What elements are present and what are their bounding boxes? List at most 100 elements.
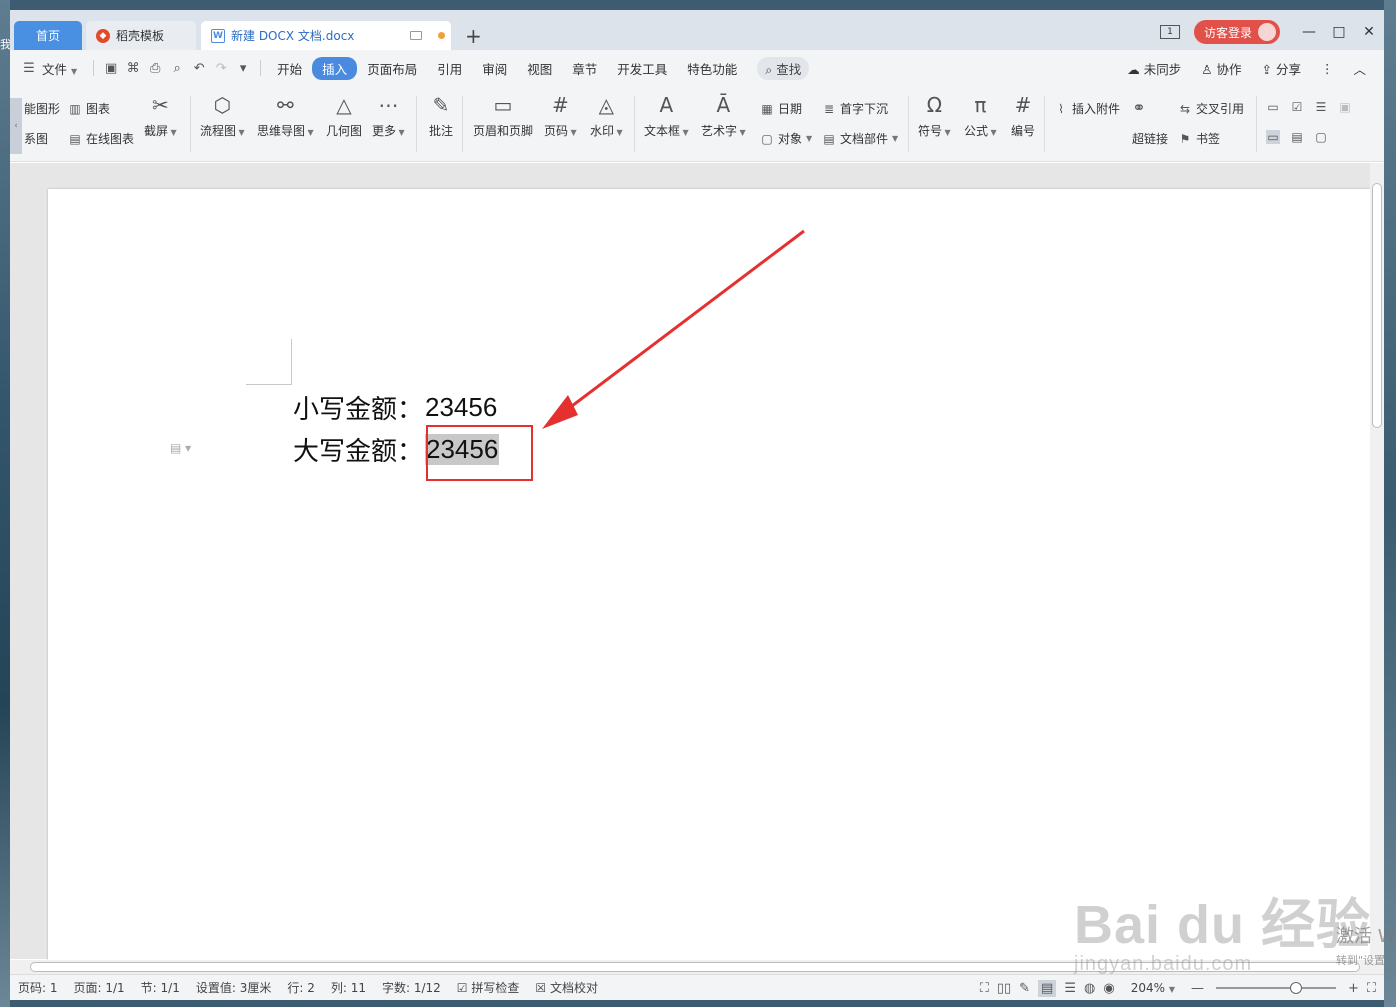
comment-button[interactable]: ✎ 批注	[428, 92, 454, 139]
save-icon[interactable]: ▣	[100, 61, 122, 76]
geometry-button[interactable]: △ 几何图	[326, 92, 362, 139]
collab-button[interactable]: ♙ 协作	[1191, 59, 1251, 78]
tab-templates[interactable]: ◆ 稻壳模板	[86, 21, 196, 50]
menu-review[interactable]: 审阅	[472, 59, 517, 78]
outline-view-icon[interactable]: ☰	[1064, 981, 1076, 996]
document-page[interactable]: ▤ ▾ 小写金额： 23456 大写金额： 23456	[48, 189, 1370, 969]
online-chart-button[interactable]: ▤ 在线图表	[68, 130, 134, 147]
tab-document[interactable]: W 新建 DOCX 文档.docx	[201, 21, 451, 50]
print-icon[interactable]: ⎙	[144, 61, 166, 76]
fullscreen-icon[interactable]: ⛶	[980, 981, 989, 996]
geometry-icon: △	[336, 93, 352, 117]
menu-insert[interactable]: 插入	[312, 56, 358, 80]
menu-start[interactable]: 开始	[267, 59, 312, 78]
web-view-icon[interactable]: ◍	[1084, 981, 1095, 996]
eye-protect-icon[interactable]: ◉	[1103, 981, 1114, 996]
attachment-button[interactable]: ⌇ 插入附件	[1054, 100, 1120, 117]
screenshot-button[interactable]: ✂ 截屏 ▼	[144, 92, 177, 139]
bookmark-button[interactable]: ⚑ 书签	[1178, 130, 1220, 147]
vertical-scroll-thumb[interactable]	[1372, 183, 1382, 428]
mindmap-button[interactable]: ⚯ 思维导图 ▼	[257, 92, 314, 139]
text-line-lowercase-amount[interactable]: 小写金额： 23456	[293, 389, 497, 426]
zoom-out-icon[interactable]: —	[1191, 981, 1204, 996]
numbering-button[interactable]: # 编号	[1010, 92, 1036, 139]
format-painter-icon[interactable]: ⌘	[122, 61, 144, 76]
checkbox-control-icon[interactable]: ☑	[1290, 100, 1304, 114]
sync-button[interactable]: ☁ 未同步	[1117, 59, 1191, 78]
status-row[interactable]: 行: 2	[279, 979, 323, 996]
textfield-control-icon[interactable]: ▭	[1266, 100, 1280, 114]
close-button[interactable]: ✕	[1354, 24, 1384, 40]
docpart-button[interactable]: ▤ 文档部件 ▼	[822, 130, 898, 147]
smart-shape-button[interactable]: 能图形	[24, 100, 60, 117]
status-page-code[interactable]: 页码: 1	[10, 979, 66, 996]
status-right-group: ⛶ ▯▯ ✎ ▤ ☰ ◍ ◉ 204% ▼ — + ⛶	[980, 975, 1376, 1000]
maximize-button[interactable]: □	[1324, 24, 1354, 40]
zoom-in-icon[interactable]: +	[1348, 981, 1359, 996]
monitor-icon[interactable]	[410, 31, 423, 40]
more-menu-icon[interactable]: ⋮	[1311, 61, 1344, 76]
wordart-button[interactable]: Ā 艺术字 ▼	[701, 92, 746, 139]
spell-check-button[interactable]: ☑ 拼写检查	[449, 979, 528, 996]
page-view-icon[interactable]: ▤	[1038, 979, 1057, 997]
more-button[interactable]: ⋯ 更多 ▼	[372, 92, 405, 139]
menu-page-layout[interactable]: 页面布局	[357, 59, 427, 78]
new-tab-button[interactable]: +	[465, 24, 482, 48]
menu-chapter[interactable]: 章节	[562, 59, 607, 78]
vertical-scrollbar[interactable]	[1370, 163, 1384, 959]
search-button[interactable]: ⌕ 查找	[757, 56, 810, 80]
menu-references[interactable]: 引用	[427, 59, 472, 78]
menu-file[interactable]: 文件 ▼	[40, 59, 87, 78]
guest-login-button[interactable]: 访客登录	[1193, 20, 1280, 44]
page-number-button[interactable]: # 页码 ▼	[544, 92, 577, 139]
watermark-button[interactable]: ◬ 水印 ▼	[590, 92, 623, 139]
date-button[interactable]: ▦ 日期	[760, 100, 802, 117]
hyperlink-button[interactable]: 超链接	[1132, 130, 1168, 147]
zoom-slider-knob[interactable]	[1290, 982, 1303, 994]
tab-home[interactable]: 首页	[14, 21, 82, 50]
zoom-slider[interactable]	[1215, 982, 1336, 994]
menu-developer[interactable]: 开发工具	[607, 59, 677, 78]
customize-icon[interactable]: ▾	[232, 61, 254, 76]
print-preview-icon[interactable]: ⌕	[166, 61, 188, 76]
menu-features[interactable]: 特色功能	[677, 59, 747, 78]
crossref-button[interactable]: ⇆ 交叉引用	[1178, 100, 1244, 117]
paragraph-handle-icon[interactable]: ▤ ▾	[170, 441, 191, 455]
status-setting[interactable]: 设置值: 3厘米	[188, 979, 280, 996]
fit-page-icon[interactable]: ⛶	[1367, 981, 1376, 996]
image-control-icon[interactable]: ▣	[1338, 100, 1352, 114]
zoom-level[interactable]: 204% ▼	[1123, 981, 1183, 995]
dropcap-button[interactable]: ≣ 首字下沉	[822, 100, 888, 117]
status-section[interactable]: 节: 1/1	[133, 979, 188, 996]
status-page[interactable]: 页面: 1/1	[66, 979, 133, 996]
proofread-button[interactable]: ☒ 文档校对	[527, 979, 606, 996]
formula-button[interactable]: π 公式 ▼	[964, 92, 997, 139]
hamburger-icon[interactable]: ☰	[18, 61, 40, 76]
menu-view[interactable]: 视图	[517, 59, 562, 78]
design-mode-icon[interactable]: ▭	[1266, 130, 1280, 144]
ribbon-scroll-left-icon[interactable]: ‹	[10, 98, 22, 154]
page-number-icon: #	[551, 93, 569, 117]
checkbox-icon: ☑	[456, 981, 468, 995]
read-mode-icon[interactable]: ▯▯	[997, 981, 1011, 996]
undo-icon[interactable]: ↶	[188, 61, 210, 76]
minimize-button[interactable]: —	[1294, 24, 1324, 40]
chart-button[interactable]: ▥ 图表	[68, 100, 110, 117]
textbox-button[interactable]: A 文本框 ▼	[644, 92, 689, 139]
page-count-icon[interactable]: 1	[1159, 25, 1180, 39]
collapse-ribbon-icon[interactable]: ︿	[1343, 59, 1376, 78]
combo-control-icon[interactable]: ▤	[1290, 130, 1304, 144]
object-button[interactable]: ▢ 对象 ▼	[760, 130, 812, 147]
header-footer-button[interactable]: ▭ 页眉和页脚	[473, 92, 533, 139]
share-button[interactable]: ⇪ 分享	[1252, 59, 1311, 78]
relation-chart-button[interactable]: 系图	[24, 130, 48, 147]
status-col[interactable]: 列: 11	[323, 979, 374, 996]
list-control-icon[interactable]: ☰	[1314, 100, 1328, 114]
redo-icon[interactable]: ↷	[210, 61, 232, 76]
pen-icon[interactable]: ✎	[1019, 981, 1030, 996]
chevron-down-icon: ▼	[942, 128, 951, 137]
flowchart-button[interactable]: ⬡ 流程图 ▼	[200, 92, 245, 139]
status-words[interactable]: 字数: 1/12	[374, 979, 449, 996]
lock-control-icon[interactable]: ▢	[1314, 130, 1328, 144]
symbol-button[interactable]: Ω 符号 ▼	[918, 92, 951, 139]
